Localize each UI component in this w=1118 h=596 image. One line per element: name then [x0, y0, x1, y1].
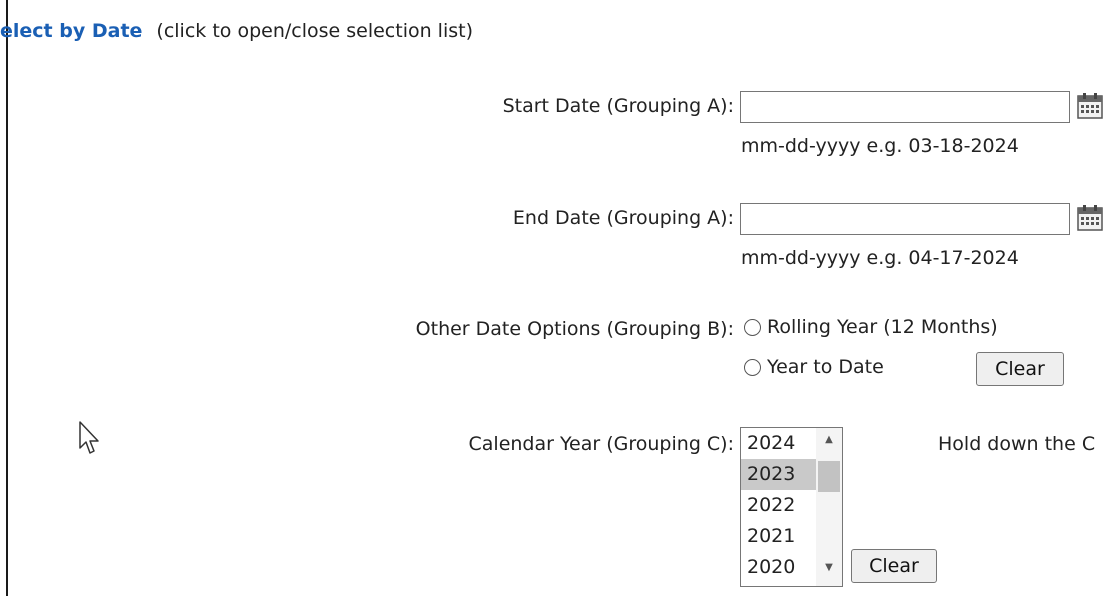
listbox-scrollbar[interactable]: ▲ ▼	[816, 428, 842, 586]
calendar-year-listbox[interactable]: 2024 2023 2022 2021 2020 ▲ ▼	[740, 427, 843, 587]
clear-date-options-button[interactable]: Clear	[976, 352, 1064, 386]
calendar-icon[interactable]	[1077, 205, 1103, 231]
year-option-selected[interactable]: 2023	[741, 459, 817, 490]
start-date-label: Start Date (Grouping A):	[502, 95, 734, 117]
year-option[interactable]: 2024	[741, 428, 817, 459]
other-date-options-label: Other Date Options (Grouping B):	[415, 318, 734, 340]
scroll-down-arrow-icon[interactable]: ▼	[816, 562, 842, 573]
frame-border	[6, 0, 8, 596]
year-option[interactable]: 2021	[741, 521, 817, 552]
year-option[interactable]: 2020	[741, 552, 817, 583]
section-title[interactable]: elect by Date	[0, 20, 142, 42]
start-date-format-hint: mm-dd-yyyy e.g. 03-18-2024	[741, 135, 1019, 157]
end-date-input[interactable]	[740, 203, 1070, 235]
section-hint: (click to open/close selection list)	[156, 20, 473, 42]
end-date-format-hint: mm-dd-yyyy e.g. 04-17-2024	[741, 247, 1019, 269]
radio-year-to-date[interactable]: Year to Date	[744, 356, 884, 378]
end-date-label: End Date (Grouping A):	[512, 207, 734, 229]
scroll-thumb[interactable]	[818, 461, 840, 492]
multi-select-hint: Hold down the C	[938, 433, 1096, 455]
mouse-pointer-icon	[79, 421, 99, 454]
calendar-year-label: Calendar Year (Grouping C):	[468, 433, 735, 455]
radio-button[interactable]	[744, 358, 761, 376]
radio-rolling-year-label: Rolling Year (12 Months)	[767, 316, 998, 338]
radio-button[interactable]	[744, 318, 761, 336]
year-option[interactable]: 2022	[741, 490, 817, 521]
start-date-input[interactable]	[740, 91, 1070, 123]
calendar-icon[interactable]	[1077, 93, 1103, 119]
radio-year-to-date-label: Year to Date	[767, 356, 884, 378]
section-header[interactable]: elect by Date (click to open/close select…	[0, 20, 473, 42]
scroll-up-arrow-icon[interactable]: ▲	[816, 434, 842, 445]
radio-rolling-year[interactable]: Rolling Year (12 Months)	[744, 316, 998, 338]
clear-calendar-year-button[interactable]: Clear	[851, 549, 937, 583]
